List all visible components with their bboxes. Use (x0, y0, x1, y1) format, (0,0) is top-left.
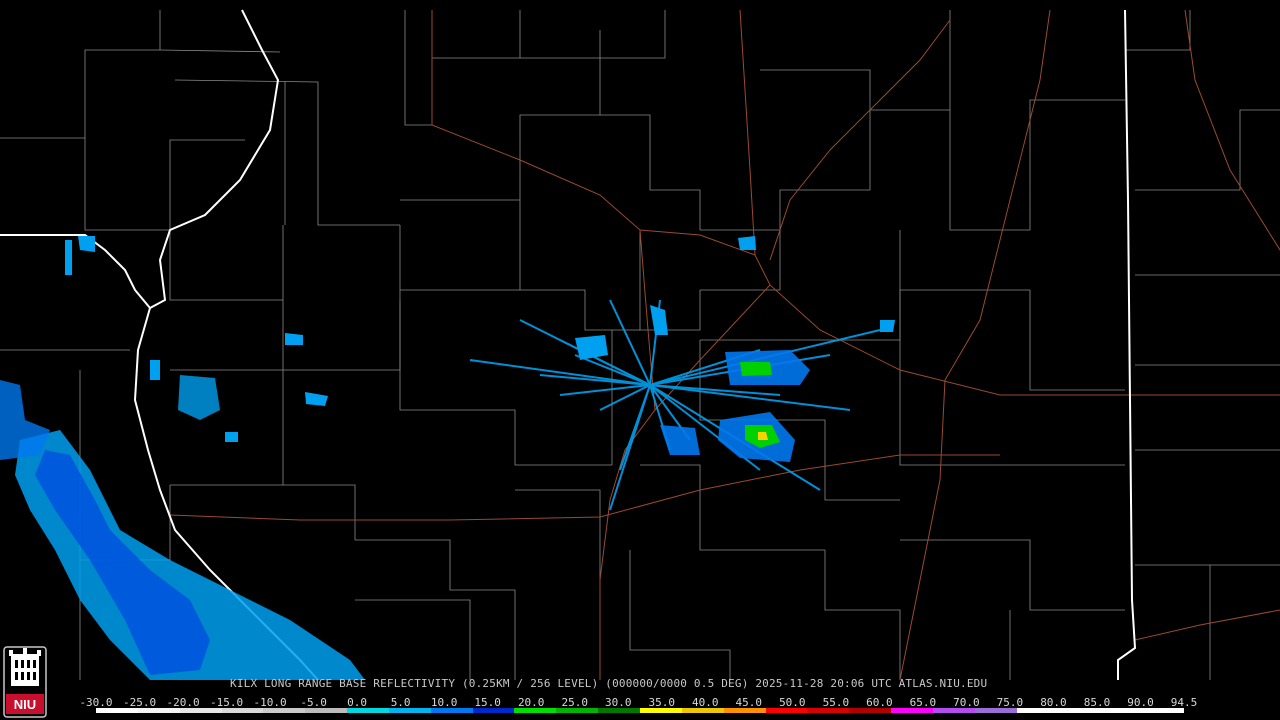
legend-color-segment (1058, 708, 1101, 713)
logo-text: NIU (14, 697, 36, 712)
legend-color-segment (472, 708, 515, 713)
legend-color-segment (96, 708, 138, 713)
niu-logo: NIU (3, 646, 47, 718)
legend-color-segment (179, 708, 222, 713)
reflectivity-color-legend: -30.0 -25.0 -20.0 -15.0 -10.0 -5.0 0.0 5.0 10.0 1… (79, 696, 1197, 720)
legend-color-segment (221, 708, 264, 713)
legend-color-segment (807, 708, 850, 713)
radar-product-caption: KILX LONG RANGE BASE REFLECTIVITY (0.25K… (230, 677, 988, 690)
echo-small-2 (305, 392, 328, 406)
radar-echoes (0, 236, 895, 680)
legend-color-segment (849, 708, 892, 713)
legend-color-segment (263, 708, 306, 713)
legend-color-segment (514, 708, 557, 713)
legend-color-segment (556, 708, 599, 713)
radar-map (0, 9, 1280, 681)
echo-southcenter-cluster (660, 425, 700, 455)
echo-small-5 (880, 320, 895, 332)
echo-small-4 (738, 236, 756, 250)
highways (169, 9, 1280, 681)
legend-color-segment (598, 708, 640, 713)
echo-westcenter-cluster (575, 335, 608, 360)
legend-color-segment (1100, 708, 1143, 713)
legend-color-segment (1142, 708, 1184, 713)
legend-color-segment (639, 708, 682, 713)
legend-color-segment (137, 708, 180, 713)
echo-west-edge (0, 380, 50, 460)
echo-north-small (650, 305, 668, 335)
echo-central-ground-clutter (469, 299, 881, 511)
echo-small-3 (78, 236, 95, 252)
legend-color-segment (388, 708, 431, 713)
legend-color-segment (891, 708, 933, 713)
legend-color-segment (305, 708, 348, 713)
legend-color-segment (347, 708, 389, 713)
legend-color-segment (681, 708, 724, 713)
legend-color-segment (430, 708, 473, 713)
legend-color-segment (765, 708, 808, 713)
legend-color-segment (932, 708, 975, 713)
legend-color-segment (723, 708, 766, 713)
legend-tick-labels: -30.0 -25.0 -20.0 -15.0 -10.0 -5.0 0.0 5.0 10.0 1… (79, 696, 1197, 709)
legend-color-segment (974, 708, 1017, 713)
legend-color-bar (96, 708, 1184, 713)
echo-east-strong (740, 362, 772, 376)
echo-small-1 (285, 333, 303, 345)
legend-color-segment (1016, 708, 1059, 713)
echo-west-cluster (178, 375, 220, 420)
